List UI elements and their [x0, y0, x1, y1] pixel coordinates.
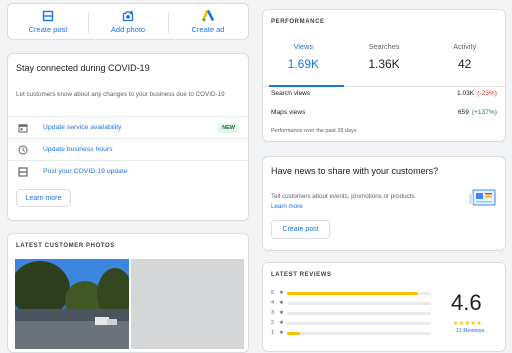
update-business-hours-row[interactable]: Update business hours: [8, 138, 248, 160]
search-views-delta: (-23%): [477, 90, 497, 97]
add-photo-button[interactable]: Add photo: [88, 4, 168, 39]
reviews-heading: LATEST REVIEWS: [271, 272, 332, 278]
news-title: Have news to share with your customers?: [271, 166, 439, 176]
maps-views-stat: Maps views 659 (+137%): [271, 109, 497, 116]
rating-bar-label: 1: [271, 330, 275, 336]
create-post-button-news[interactable]: Create post: [271, 220, 330, 239]
post-icon: [17, 166, 29, 177]
post-covid-update-row[interactable]: Post your COVID-19 update: [8, 160, 248, 182]
rating-bar-fill: [287, 291, 419, 295]
tab-views-label: Views: [293, 42, 313, 51]
star-icon: ★: [279, 330, 284, 336]
rating-bar-row: 5 ★: [271, 289, 431, 297]
customer-photo-2[interactable]: [131, 259, 244, 349]
maps-views-delta: (+137%): [471, 109, 497, 116]
rating-bar-fill: [287, 331, 300, 335]
add-photo-label: Add photo: [110, 24, 146, 34]
update-service-availability-row[interactable]: Update service availability NEW: [8, 116, 248, 138]
performance-tabs: Views 1.69K Searches 1.36K Activity 42: [263, 39, 505, 87]
camera-icon: [122, 10, 134, 21]
create-post-label: Create post: [28, 24, 68, 34]
tab-activity[interactable]: Activity 42: [424, 39, 505, 86]
performance-card: PERFORMANCE Views 1.69K Searches 1.36K A…: [262, 9, 506, 142]
post-icon: [42, 10, 54, 21]
average-rating: 4.6: [451, 290, 482, 315]
star-icon: ★: [279, 290, 284, 296]
performance-footnote: Performance over the past 28 days: [271, 128, 357, 134]
create-ad-button[interactable]: Create ad: [168, 4, 248, 39]
quick-actions-card: Create post Add photo Create ad: [7, 3, 249, 40]
news-description-text: Tell customers about events, promotions …: [271, 193, 417, 200]
news-card: Have news to share with your customers? …: [262, 156, 506, 251]
tab-views-value: 1.69K: [287, 57, 320, 71]
rating-bar-track: [287, 331, 431, 335]
latest-reviews-card: LATEST REVIEWS 5 ★ 4 ★ 3 ★ 2 ★ 1 ★ 4.6 ★★★★★ 11 R…: [262, 262, 506, 352]
tab-views[interactable]: Views 1.69K: [263, 39, 344, 87]
rating-bar-label: 2: [271, 320, 275, 326]
review-count-link[interactable]: 11 Reviews: [456, 328, 485, 334]
rating-bar-label: 3: [271, 310, 275, 316]
photos-heading: LATEST CUSTOMER PHOTOS: [16, 243, 115, 249]
tab-searches-value: 1.36K: [368, 57, 400, 71]
covid-card: Stay connected during COVID-19 Let custo…: [7, 53, 249, 221]
latest-customer-photos-card: LATEST CUSTOMER PHOTOS: [7, 233, 249, 353]
rating-bar-label: 4: [271, 300, 275, 306]
rating-bar-row: 4 ★: [271, 299, 431, 307]
google-ads-icon: [202, 9, 214, 21]
tab-activity-value: 42: [458, 57, 472, 71]
tab-searches[interactable]: Searches 1.36K: [344, 39, 425, 86]
rating-bar-row: 1 ★: [271, 329, 431, 337]
tab-searches-label: Searches: [368, 42, 400, 51]
calendar-icon: [17, 123, 29, 133]
rating-bar-track: [287, 311, 431, 315]
covid-learn-more-button[interactable]: Learn more: [16, 189, 71, 207]
star-icon: ★: [279, 310, 284, 316]
search-views-value: 1.03K: [456, 90, 475, 97]
news-description: Tell customers about events, promotions …: [271, 192, 456, 211]
maps-views-value: 659: [457, 109, 469, 116]
rating-bar-label: 5: [271, 290, 275, 296]
tab-activity-label: Activity: [453, 42, 477, 51]
new-badge: NEW: [218, 122, 239, 133]
rating-bar-row: 3 ★: [271, 309, 431, 317]
search-views-stat: Search views 1.03K (-23%): [271, 90, 497, 97]
rating-stars-icon: ★★★★★: [453, 321, 483, 327]
star-icon: ★: [279, 320, 284, 326]
performance-heading: PERFORMANCE: [271, 19, 325, 25]
news-learn-more-link[interactable]: Learn more: [271, 203, 303, 210]
update-service-availability-link[interactable]: Update service availability: [43, 124, 218, 131]
rating-bar-track: [287, 291, 431, 295]
star-icon: ★: [279, 300, 284, 306]
create-post-button[interactable]: Create post: [8, 4, 88, 39]
rating-bar-row: 2 ★: [271, 319, 431, 327]
covid-title: Stay connected during COVID-19: [16, 63, 150, 73]
post-covid-update-link[interactable]: Post your COVID-19 update: [43, 168, 248, 175]
customer-photo-1[interactable]: [15, 259, 129, 349]
create-ad-label: Create ad: [191, 24, 225, 34]
search-views-label: Search views: [271, 90, 311, 97]
rating-bar-track: [287, 321, 431, 325]
clock-icon: [17, 145, 29, 155]
news-illustration-icon: [469, 188, 497, 213]
covid-description: Let customers know about any changes to …: [16, 91, 225, 98]
update-business-hours-link[interactable]: Update business hours: [43, 146, 248, 153]
maps-views-label: Maps views: [271, 109, 306, 116]
rating-bar-track: [287, 301, 431, 305]
